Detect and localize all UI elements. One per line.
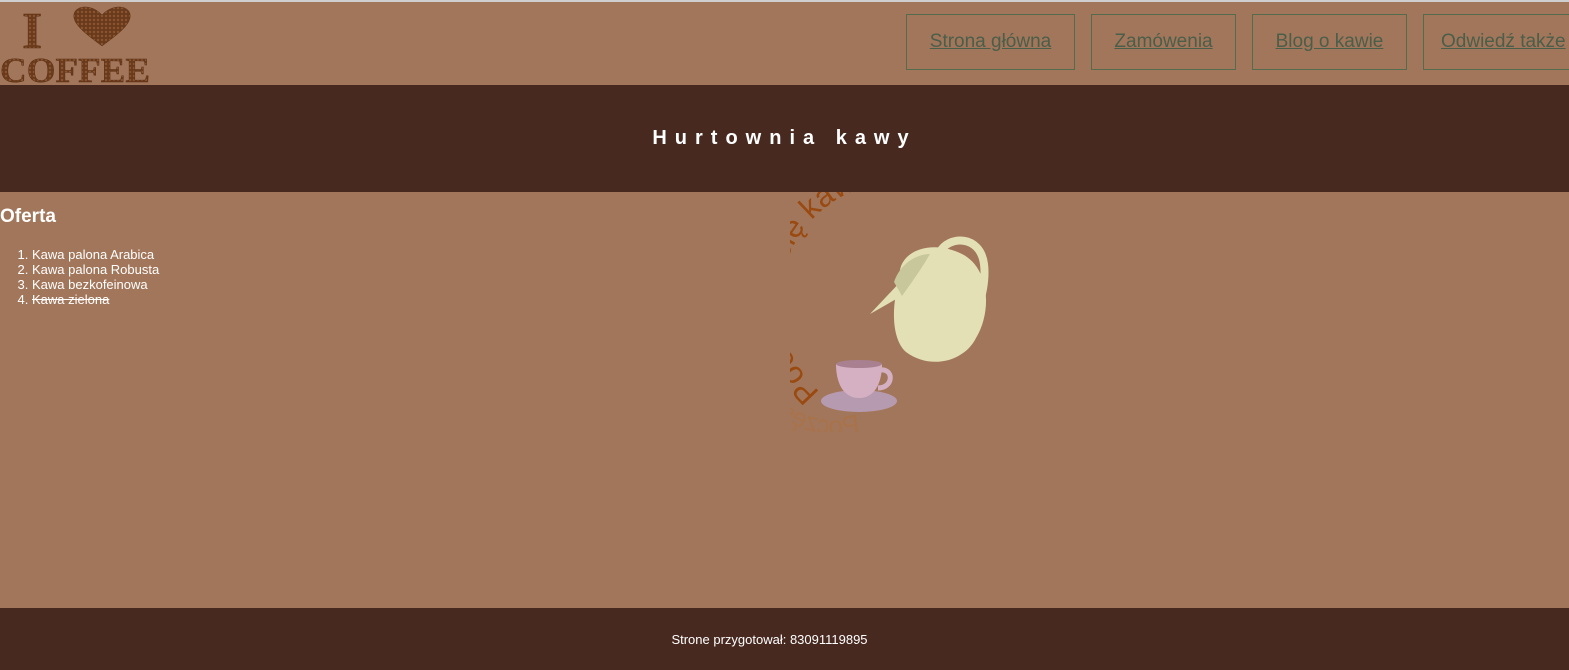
footer-credit: Strone przygotował: 83091119895 [671, 631, 868, 647]
i-love-coffee-logo[interactable]: I COFFEE [0, 2, 150, 85]
site-header: I COFFEE Strona główna Zamówenia Blog o … [0, 2, 1569, 85]
title-banner: Hurtownia kawy [0, 85, 1569, 192]
offer-item-label: Kawa palona Arabica [32, 247, 155, 262]
offer-item-label: Kawa bezkofeinowa [32, 277, 148, 292]
nav-link-blog[interactable]: Blog o kawie [1252, 14, 1407, 70]
coffee-cup-icon [821, 360, 897, 412]
teapot-icon [870, 236, 989, 362]
nav-link-visit-also[interactable]: Odwiedź także [1423, 14, 1569, 70]
offer-item-label: Kawa palona Robusta [32, 262, 160, 277]
offer-item: Kawa palona Arabica [32, 247, 159, 262]
main-content: Oferta Kawa palona Arabica Kawa palona R… [0, 157, 1569, 608]
site-footer: Strone przygotował: 83091119895 [0, 608, 1569, 670]
offer-item-discontinued: Kawa zielona [32, 292, 159, 307]
nav-link-home[interactable]: Strona główna [906, 14, 1075, 70]
offer-item: Kawa palona Robusta [32, 262, 159, 277]
coffee-illustration: Poczęstuj się kawą Poczęstuj się kawą [729, 157, 1030, 441]
logo-word-coffee: COFFEE [0, 51, 150, 85]
offer-heading: Oferta [0, 206, 56, 227]
nav-link-orders[interactable]: Zamówenia [1091, 14, 1236, 70]
offer-list: Kawa palona Arabica Kawa palona Robusta … [14, 247, 159, 307]
offer-item-label: Kawa zielona [32, 292, 110, 307]
offer-item: Kawa bezkofeinowa [32, 277, 159, 292]
page-title: Hurtownia kawy [652, 127, 917, 149]
heart-icon [73, 6, 131, 47]
